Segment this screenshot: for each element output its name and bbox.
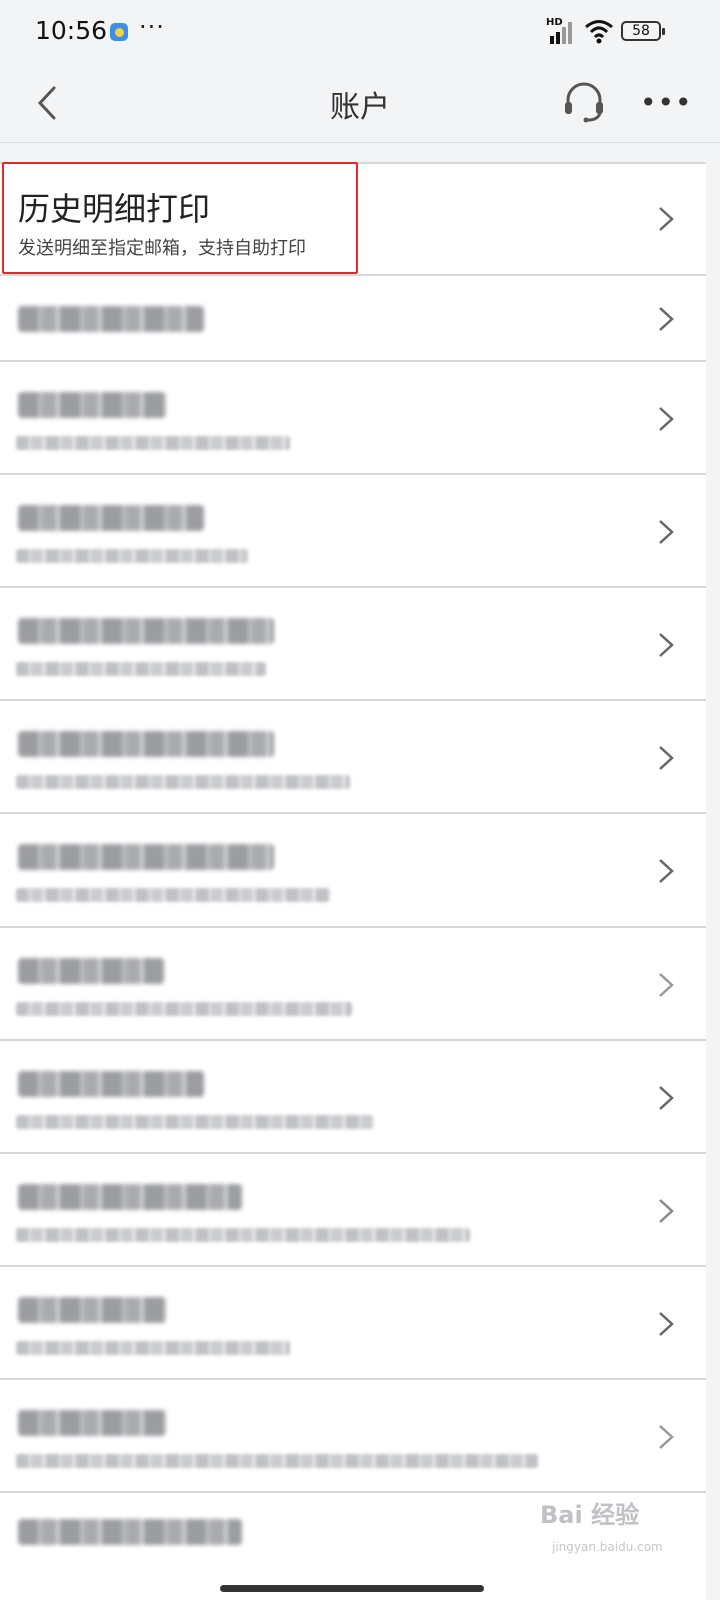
chevron-right-icon [659,746,674,770]
home-indicator[interactable] [220,1585,484,1592]
menu-item-blurred[interactable] [0,1152,706,1265]
blurred-subtitle [16,1115,374,1129]
menu-item-blurred[interactable] [0,812,706,926]
blurred-subtitle [16,888,330,902]
notification-more-icon: ··· [139,13,165,41]
blurred-title [18,844,274,870]
blurred-subtitle [16,775,350,789]
status-bar: 10:56 ··· HD 58 [0,0,720,64]
blurred-title [18,1297,166,1323]
chevron-right-icon [659,1312,674,1336]
status-time: 10:56 [35,16,108,45]
signal-icon [550,22,572,44]
blurred-title [18,1519,242,1545]
blurred-title [18,958,164,984]
chevron-right-icon [659,207,674,231]
blurred-title [18,1184,242,1210]
blurred-title [18,306,204,332]
blurred-title [18,1071,204,1097]
blurred-title [18,392,166,418]
highlight-annotation [2,162,358,274]
customer-service-icon[interactable] [562,80,606,124]
app-notification-icon [110,23,128,41]
blurred-subtitle [16,1454,538,1468]
page-title: 账户 [330,90,390,125]
blurred-subtitle [16,1341,290,1355]
blurred-subtitle [16,436,290,450]
menu-item-blurred[interactable] [0,586,706,699]
menu-item-blurred[interactable] [0,1265,706,1378]
blurred-title [18,618,274,644]
menu-item-blurred[interactable] [0,1039,706,1152]
blurred-subtitle [16,1228,470,1242]
nav-bar: 账户 ••• [0,64,720,143]
watermark-logo: Bai 经验 [540,1501,640,1529]
menu-item-blurred[interactable] [0,473,706,586]
blurred-title [18,505,204,531]
blurred-title [18,731,274,757]
menu-item-blurred[interactable] [0,699,706,812]
menu-item-blurred[interactable] [0,926,706,1039]
menu-item-blurred[interactable] [0,360,706,473]
battery-icon: 58 [621,21,665,41]
blurred-title [18,1410,166,1436]
battery-level: 58 [632,23,650,39]
menu-item-blurred[interactable] [0,1378,706,1491]
chevron-right-icon [659,307,674,331]
chevron-right-icon [659,973,674,997]
blurred-subtitle [16,549,248,563]
chevron-right-icon [659,1086,674,1110]
chevron-right-icon [659,859,674,883]
chevron-right-icon [659,1425,674,1449]
watermark-url: jingyan.baidu.com [552,1540,663,1554]
blurred-subtitle [16,1002,352,1016]
wifi-icon [585,20,613,44]
more-icon[interactable]: ••• [640,86,693,119]
blurred-subtitle [16,662,266,676]
menu-item-blurred[interactable] [0,274,706,360]
chevron-right-icon [659,407,674,431]
chevron-right-icon [659,1199,674,1223]
chevron-right-icon [659,633,674,657]
chevron-right-icon [659,520,674,544]
